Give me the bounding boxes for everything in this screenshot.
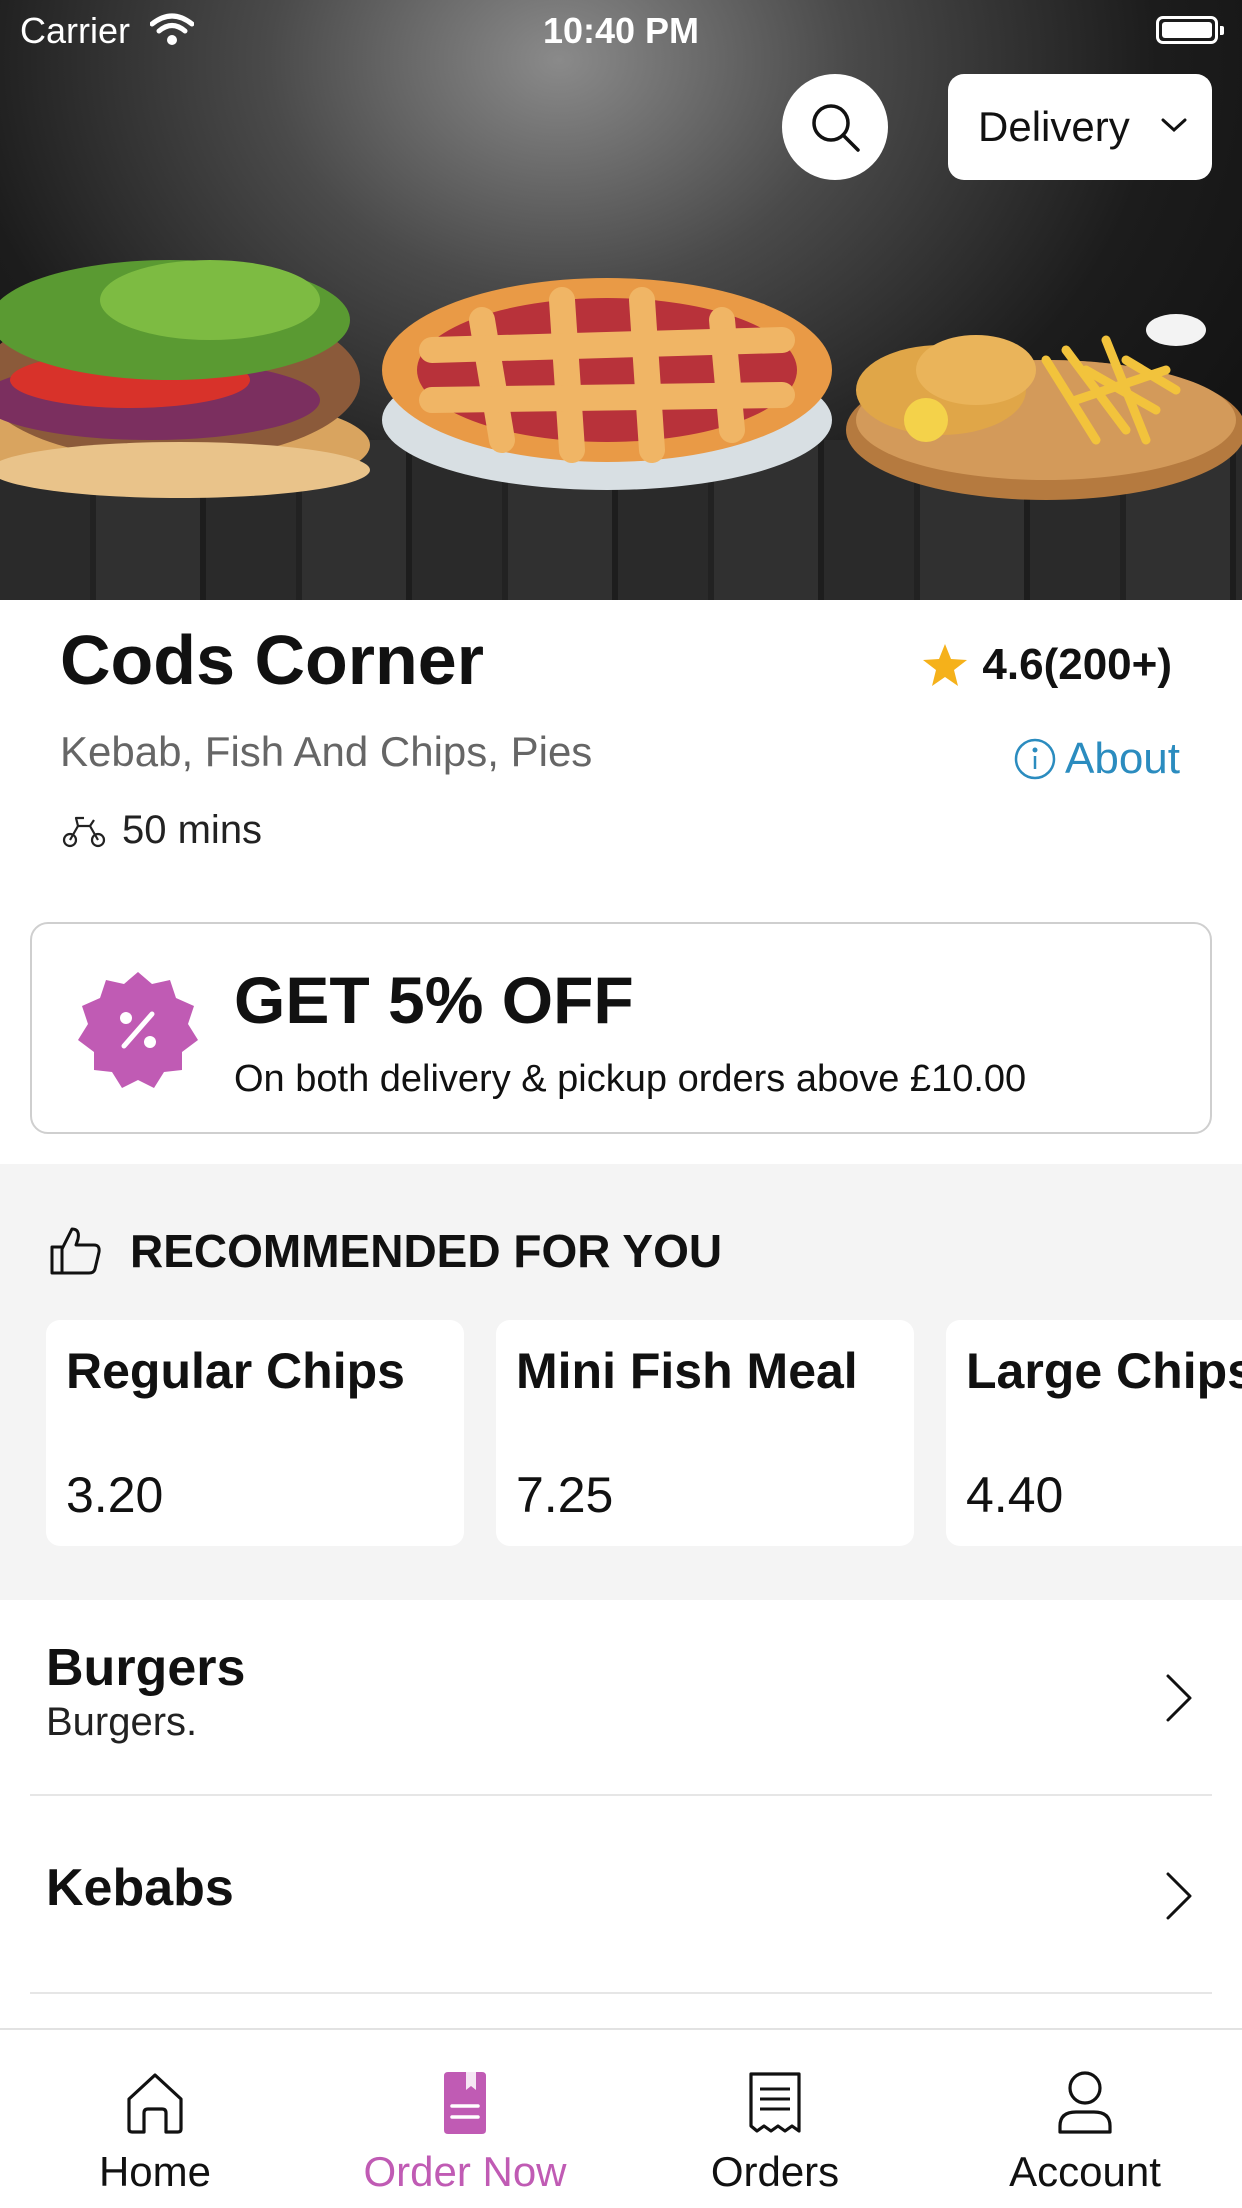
offer-card[interactable]: GET 5% OFF On both delivery & pickup ord… bbox=[30, 922, 1212, 1134]
hero-banner: Carrier 10:40 PM Delivery bbox=[0, 0, 1242, 600]
offer-title: GET 5% OFF bbox=[234, 963, 634, 1037]
tab-label: Orders bbox=[710, 2148, 840, 2195]
tab-orders[interactable]: Orders bbox=[620, 2030, 930, 2208]
item-price: 4.40 bbox=[966, 1467, 1064, 1523]
rating-value: 4.6(200+) bbox=[982, 640, 1172, 689]
about-link[interactable]: About bbox=[1013, 734, 1180, 784]
recommended-carousel[interactable]: Regular Chips 3.20 Mini Fish Meal 7.25 L… bbox=[46, 1320, 1242, 1546]
tab-label: Home bbox=[98, 2148, 212, 2195]
search-button[interactable] bbox=[782, 74, 888, 180]
cuisine-list: Kebab, Fish And Chips, Pies bbox=[60, 728, 593, 775]
restaurant-name: Cods Corner bbox=[60, 621, 484, 699]
receipt-icon bbox=[749, 2072, 801, 2133]
status-bar: Carrier 10:40 PM bbox=[0, 0, 1242, 60]
category-title: Burgers bbox=[46, 1639, 246, 1697]
delivery-mode-dropdown[interactable]: Delivery bbox=[948, 74, 1212, 180]
delivery-time-value: 50 mins bbox=[122, 808, 263, 852]
offer-subtitle: On both delivery & pickup orders above £… bbox=[234, 1058, 1027, 1100]
tab-label: Order Now bbox=[363, 2148, 567, 2195]
chevron-right-icon bbox=[1166, 1872, 1192, 1920]
fish-and-chips-image bbox=[846, 314, 1242, 500]
category-row-kebabs[interactable]: Kebabs bbox=[30, 1798, 1212, 1994]
tab-account[interactable]: Account bbox=[930, 2030, 1240, 2208]
home-icon bbox=[127, 2073, 183, 2134]
chevron-down-icon bbox=[1161, 118, 1187, 133]
star-icon bbox=[923, 644, 968, 686]
recommended-item[interactable]: Mini Fish Meal 7.25 bbox=[496, 1320, 914, 1546]
delivery-mode-label: Delivery bbox=[978, 103, 1130, 150]
discount-badge-icon bbox=[78, 972, 198, 1088]
about-label: About bbox=[1065, 734, 1180, 783]
user-icon bbox=[1058, 2071, 1112, 2134]
tab-home[interactable]: Home bbox=[0, 2030, 310, 2208]
delivery-time: 50 mins bbox=[60, 808, 262, 853]
scooter-icon bbox=[62, 816, 106, 847]
chevron-right-icon bbox=[1166, 1674, 1192, 1722]
pie-image bbox=[382, 278, 832, 490]
battery-icon bbox=[1156, 16, 1224, 44]
item-name: Regular Chips bbox=[66, 1343, 405, 1399]
info-icon bbox=[1014, 738, 1056, 780]
search-icon bbox=[812, 104, 860, 152]
kebab-image bbox=[0, 260, 370, 498]
order-now-icon bbox=[444, 2072, 486, 2134]
tab-order-now[interactable]: Order Now bbox=[310, 2030, 620, 2208]
category-title: Kebabs bbox=[46, 1859, 234, 1917]
thumbs-up-icon bbox=[50, 1227, 101, 1275]
item-price: 3.20 bbox=[66, 1467, 164, 1523]
item-price: 7.25 bbox=[516, 1467, 614, 1523]
recommended-section: RECOMMENDED FOR YOU Regular Chips 3.20 M… bbox=[0, 1164, 1242, 1600]
recommended-item[interactable]: Large Chips 4.40 bbox=[946, 1320, 1242, 1546]
recommended-header: RECOMMENDED FOR YOU bbox=[48, 1224, 722, 1278]
item-name: Mini Fish Meal bbox=[516, 1343, 858, 1399]
recommended-item[interactable]: Regular Chips 3.20 bbox=[46, 1320, 464, 1546]
bottom-tab-bar: Home Order Now Orders Account bbox=[0, 2028, 1242, 2208]
tab-label: Account bbox=[1009, 2148, 1161, 2195]
category-description: Burgers. bbox=[46, 1700, 198, 1744]
item-name: Large Chips bbox=[966, 1343, 1242, 1399]
category-row-burgers[interactable]: Burgers Burgers. bbox=[30, 1600, 1212, 1796]
rating: 4.6(200+) bbox=[922, 640, 1172, 690]
clock: 10:40 PM bbox=[542, 10, 700, 51]
recommended-heading: RECOMMENDED FOR YOU bbox=[130, 1225, 723, 1277]
